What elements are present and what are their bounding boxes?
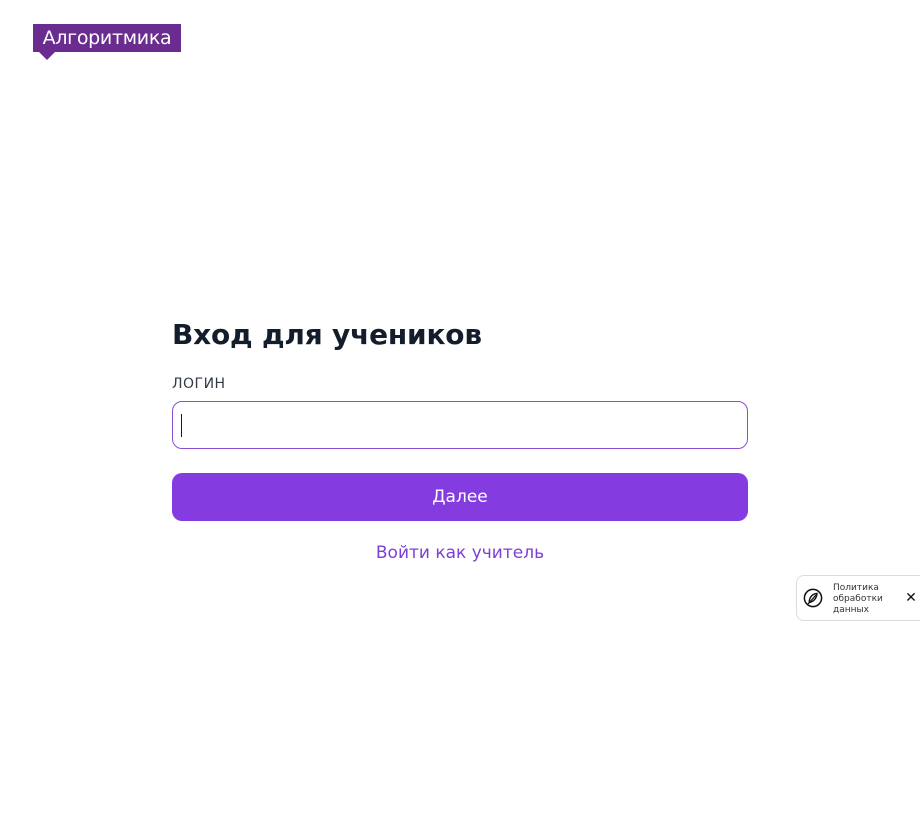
policy-text-line: обработки: [833, 594, 883, 604]
brand-logo[interactable]: Алгоритмика: [33, 24, 181, 52]
next-button[interactable]: Далее: [172, 473, 748, 521]
policy-text-line: Политика: [833, 583, 879, 593]
login-field-container: [172, 401, 748, 449]
close-icon[interactable]: ✕: [903, 590, 919, 606]
logo-text: Алгоритмика: [42, 27, 172, 49]
student-login-form: Вход для учеников ЛОГИН Далее Войти как …: [172, 318, 748, 564]
policy-text[interactable]: Политика обработки данных: [833, 583, 903, 616]
logo-tail-shape: [39, 52, 55, 60]
login-input[interactable]: [173, 402, 747, 448]
login-field-label: ЛОГИН: [172, 376, 226, 392]
text-caret: [181, 414, 182, 437]
login-page: Алгоритмика Вход для учеников ЛОГИН Дале…: [0, 0, 920, 829]
policy-text-line: данных: [833, 605, 869, 615]
login-as-teacher-link[interactable]: Войти как учитель: [172, 542, 748, 564]
data-policy-widget[interactable]: Политика обработки данных ✕: [796, 575, 920, 621]
page-title: Вход для учеников: [172, 318, 482, 351]
policy-leaf-icon: [803, 588, 823, 608]
